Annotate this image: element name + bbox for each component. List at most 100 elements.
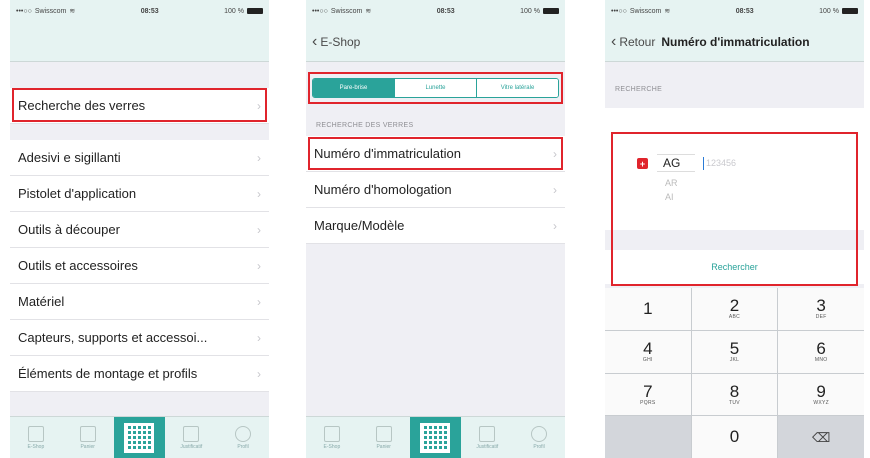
glass-type-segmented-control: Pare-brise Lunette Vitre latérale — [312, 78, 559, 98]
key-0[interactable]: 0 — [691, 416, 778, 458]
navigation-bar — [10, 22, 269, 62]
menu-item-outils-decouper[interactable]: Outils à découper › — [10, 212, 269, 248]
navigation-bar: ‹ Retour Numéro d'immatriculation — [605, 22, 864, 62]
qr-code-icon — [420, 422, 451, 453]
chevron-right-icon: › — [257, 294, 261, 309]
battery-icon — [543, 8, 559, 14]
chevron-left-icon: ‹ — [312, 32, 318, 50]
tab-qr-scanner[interactable] — [113, 417, 166, 458]
battery-percent: 100 % — [819, 7, 839, 15]
key-4[interactable]: 4 GHI — [605, 330, 691, 373]
tab-profil[interactable]: Profil — [513, 417, 565, 458]
back-button[interactable]: ‹ E-Shop — [312, 32, 361, 50]
chevron-right-icon: › — [257, 366, 261, 381]
key-digit: 8 — [729, 381, 740, 401]
menu-item-pistolet[interactable]: Pistolet d'application › — [10, 176, 269, 212]
shop-icon — [27, 425, 44, 442]
tab-panier[interactable]: Panier — [62, 417, 114, 458]
battery-percent: 100 % — [520, 7, 540, 15]
back-button[interactable]: ‹ Retour — [611, 32, 655, 50]
menu-item-elements-montage[interactable]: Éléments de montage et profils › — [10, 356, 269, 392]
menu-item-numero-homologation[interactable]: Numéro d'homologation › — [306, 172, 565, 208]
key-letters: MNO — [814, 357, 828, 364]
phone-screen-plate-search: •••○○ Swisscom ≋ 08:53 100 % ‹ Retour Numér… — [605, 0, 864, 458]
segment-vitre-laterale[interactable]: Vitre latérale — [477, 79, 558, 97]
canton-picker-option[interactable]: AR — [665, 178, 678, 188]
menu-item-outils-accessoires[interactable]: Outils et accessoires › — [10, 248, 269, 284]
battery-area: 100 % — [224, 8, 263, 15]
key-7[interactable]: 7 PQRS — [605, 373, 691, 416]
menu-item-label: Numéro d'homologation — [314, 182, 452, 197]
phone-screen-glass-search: •••○○ Swisscom ≋ 08:53 100 % ‹ E-Shop Pare-… — [306, 0, 565, 458]
menu-item-label: Outils à découper — [18, 222, 120, 237]
segment-lunette[interactable]: Lunette — [395, 79, 477, 97]
menu-item-label: Capteurs, supports et accessoi... — [18, 330, 208, 345]
battery-area: 100 % — [520, 8, 559, 15]
tab-panier[interactable]: Panier — [358, 417, 410, 458]
battery-area: 100 % — [819, 8, 858, 15]
menu-item-label: Pistolet d'application — [18, 186, 137, 201]
chevron-right-icon: › — [257, 150, 261, 165]
key-letters: PQRS — [640, 399, 656, 406]
menu-item-numero-immatriculation[interactable]: Numéro d'immatriculation › — [306, 136, 565, 172]
carrier-name: Swisscom — [330, 7, 363, 15]
menu-item-adesivi[interactable]: Adesivi e sigillanti › — [10, 140, 269, 176]
back-label: E-Shop — [320, 34, 361, 49]
segment-pare-brise[interactable]: Pare-brise — [313, 79, 395, 97]
bag-icon — [79, 425, 96, 442]
menu-item-recherche-des-verres[interactable]: Recherche des verres › — [10, 88, 269, 124]
plate-number-input[interactable]: 123456 — [703, 157, 736, 170]
tab-label: Panier — [376, 443, 391, 450]
key-digit: 0 — [729, 427, 740, 447]
menu-item-capteurs[interactable]: Capteurs, supports et accessoi... › — [10, 320, 269, 356]
chevron-right-icon: › — [257, 222, 261, 237]
key-digit: 5 — [729, 339, 740, 359]
section-header: RECHERCHE DES VERRES — [316, 122, 414, 129]
key-9[interactable]: 9 WXYZ — [778, 373, 864, 416]
menu-item-label: Matériel — [18, 294, 65, 309]
chevron-right-icon: › — [257, 258, 261, 273]
chevron-right-icon: › — [257, 98, 261, 113]
tab-label: E-Shop — [27, 443, 45, 450]
tab-label: Justificatif — [180, 443, 203, 450]
key-5[interactable]: 5 JKL — [691, 330, 778, 373]
tab-justificatif[interactable]: Justificatif — [165, 417, 217, 458]
wifi-icon: ≋ — [664, 8, 671, 15]
key-2[interactable]: 2 ABC — [691, 288, 778, 330]
tab-bar: E-Shop Panier Justificatif Profil — [306, 416, 565, 458]
menu-item-materiel[interactable]: Matériel › — [10, 284, 269, 320]
chevron-left-icon: ‹ — [611, 32, 617, 50]
tab-profil[interactable]: Profil — [217, 417, 269, 458]
tab-justificatif[interactable]: Justificatif — [461, 417, 513, 458]
key-letters: TUV — [729, 399, 740, 406]
profile-icon — [235, 425, 252, 442]
battery-percent: 100 % — [224, 7, 244, 15]
chevron-right-icon: › — [257, 186, 261, 201]
key-1[interactable]: 1 — [605, 288, 691, 330]
canton-picker-option[interactable]: AI — [665, 192, 674, 202]
chevron-right-icon: › — [257, 330, 261, 345]
menu-item-marque-modele[interactable]: Marque/Modèle › — [306, 208, 565, 244]
tab-eshop[interactable]: E-Shop — [10, 417, 62, 458]
search-button[interactable]: Rechercher — [605, 250, 864, 284]
key-8[interactable]: 8 TUV — [691, 373, 778, 416]
chevron-right-icon: › — [553, 182, 557, 197]
key-empty — [605, 416, 691, 458]
key-3[interactable]: 3 DEF — [778, 288, 864, 330]
receipt-icon — [479, 425, 496, 442]
key-letters: DEF — [815, 314, 827, 321]
tab-label: Profil — [533, 443, 545, 450]
plate-entry-area: + AG AR AI 123456 — [605, 108, 864, 230]
tab-qr-scanner[interactable] — [409, 417, 462, 458]
navigation-bar: ‹ E-Shop — [306, 22, 565, 62]
receipt-icon — [183, 425, 200, 442]
canton-picker-selected[interactable]: AG — [657, 154, 695, 172]
key-digit: 9 — [816, 381, 826, 401]
key-delete[interactable]: ⌫ — [778, 416, 864, 458]
key-letters: GHI — [642, 357, 653, 364]
numeric-keypad: 1 2 ABC 3 DEF 4 GHI 5 JKL 6 MNO 7 PQRS 8 TUV 9W… — [605, 288, 864, 458]
key-6[interactable]: 6 MNO — [778, 330, 864, 373]
tab-eshop[interactable]: E-Shop — [306, 417, 358, 458]
backspace-icon: ⌫ — [811, 429, 831, 445]
tab-bar: E-Shop Panier Justificatif Profil — [10, 416, 269, 458]
